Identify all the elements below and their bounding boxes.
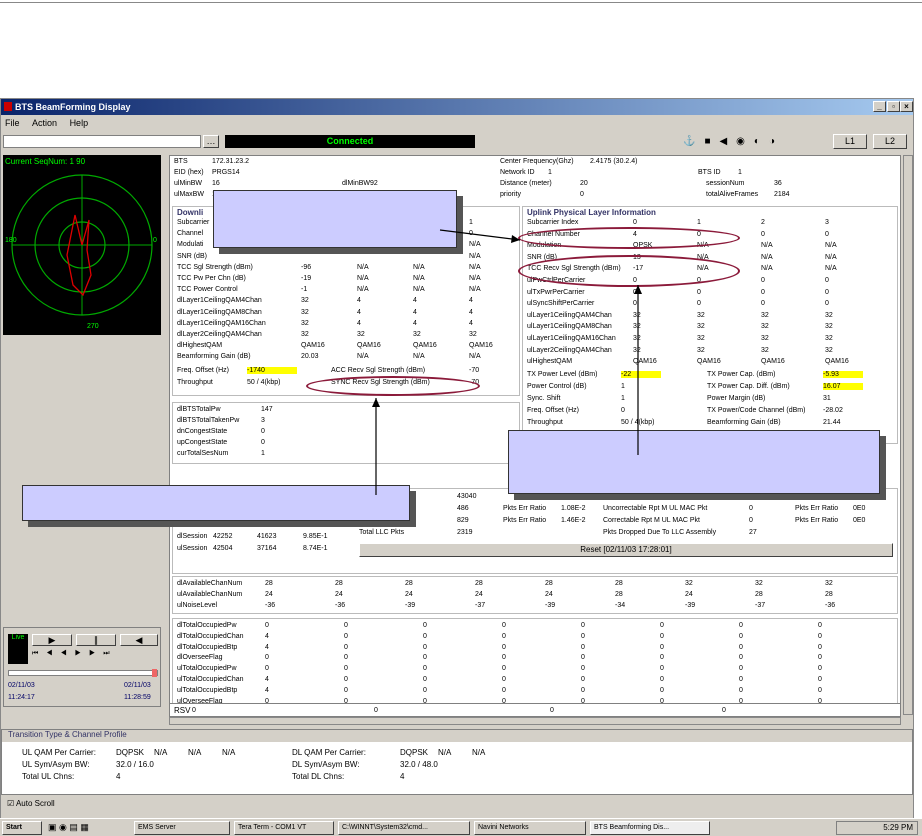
start-button[interactable]: Start: [2, 821, 42, 835]
taskbar: Start ▣ ◉ ▤ ▦ EMS Server Tera Term - COM…: [0, 818, 922, 836]
task-cmd[interactable]: C:\WINNT\System32\cmd...: [338, 821, 470, 835]
task-bts-display[interactable]: BTS Beamforming Dis...: [590, 821, 710, 835]
task-tera-term[interactable]: Tera Term - COM1 VT: [234, 821, 334, 835]
quick-launch-icons[interactable]: ▣ ◉ ▤ ▦: [48, 822, 128, 834]
task-ems-server[interactable]: EMS Server: [134, 821, 230, 835]
system-tray: 5:29 PM: [836, 821, 918, 835]
callout-arrows: [372, 229, 642, 495]
task-navini[interactable]: Navini Networks: [474, 821, 586, 835]
clock: 5:29 PM: [883, 823, 913, 832]
